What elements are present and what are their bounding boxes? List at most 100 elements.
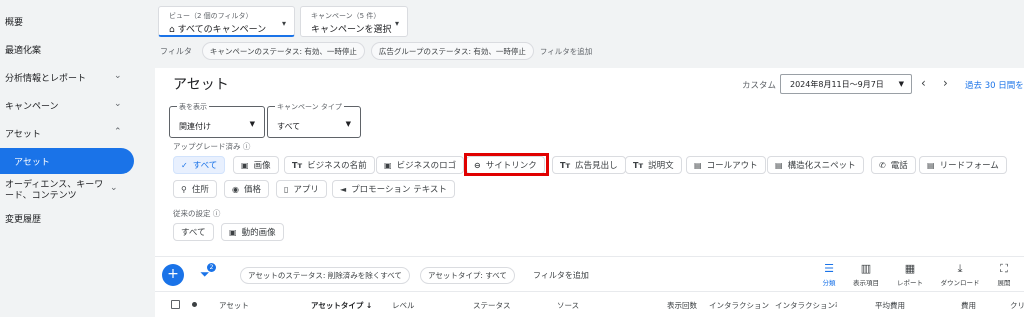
check-icon: ✓ xyxy=(181,160,188,170)
sidebar-item-campaigns[interactable]: キャンペーン ⌄ xyxy=(0,92,134,118)
segment-button[interactable]: ☰ 分類 xyxy=(809,262,849,287)
tool-label: ダウンロード xyxy=(940,279,980,287)
chevron-left-icon[interactable]: ‹ xyxy=(921,76,926,90)
view-selector[interactable]: ビュー（2 個のフィルタ） ⌂ すべてのキャンペーン ▾ xyxy=(158,6,295,37)
legacy-type-all[interactable]: すべて xyxy=(173,223,214,241)
table-view-select[interactable]: 表を表示 関連付け ▼ xyxy=(169,102,265,138)
period-link[interactable]: 過去 30 日間を表 xyxy=(965,79,1024,91)
column-header-interactions[interactable]: インタラクション xyxy=(709,300,769,311)
chevron-right-icon[interactable]: › xyxy=(943,76,948,90)
tool-label: レポート xyxy=(897,279,923,287)
asset-type-promotion[interactable]: ◄ プロモーション テキスト xyxy=(332,180,455,198)
sidebar-item-recommendations[interactable]: 最適化案 xyxy=(0,36,134,62)
add-filter-link[interactable]: フィルタを追加 xyxy=(540,46,592,57)
column-header-interaction-rate[interactable]: インタラクション率 xyxy=(775,300,837,311)
column-header-status[interactable]: ステータス xyxy=(473,300,511,311)
filter-chip-adgroup-status[interactable]: 広告グループのステータス: 有効、一時停止 xyxy=(370,42,534,60)
column-header-avg-cost[interactable]: 平均費用 xyxy=(875,300,905,311)
chevron-up-icon: ⌃ xyxy=(114,127,122,137)
view-selector-text: すべてのキャンペーン xyxy=(177,25,267,35)
pill-label: すべて xyxy=(192,161,218,171)
asset-type-headline[interactable]: Tт 広告見出し xyxy=(552,156,626,174)
asset-type-price[interactable]: ◉ 価格 xyxy=(224,180,269,198)
date-range-picker[interactable]: 2024年8月11日〜9月7日 ▼ xyxy=(780,74,912,94)
text-icon: Tт xyxy=(292,160,303,170)
phone-icon: ✆ xyxy=(879,160,886,170)
asset-type-all[interactable]: ✓ すべて xyxy=(173,156,226,174)
image-icon: ▣ xyxy=(384,160,392,170)
app-icon: ▯ xyxy=(284,184,289,194)
pill-label: プロモーション テキスト xyxy=(351,185,447,195)
campaign-selector[interactable]: キャンペーン（5 件） キャンペーンを選択 ▾ xyxy=(300,6,408,37)
upgraded-label: アップグレード済み ⓘ xyxy=(173,142,251,151)
dropdown-arrow-icon: ▾ xyxy=(281,19,286,28)
campaign-type-select[interactable]: キャンペーン タイプ すべて ▼ xyxy=(267,102,361,138)
asset-type-business-logo[interactable]: ▣ ビジネスのロゴ xyxy=(376,156,465,174)
column-header-cost[interactable]: 費用 xyxy=(961,300,976,311)
asset-type-structured-snippet[interactable]: ▤ 構造化スニペット xyxy=(767,156,864,174)
select-all-checkbox[interactable] xyxy=(171,300,180,309)
reports-button[interactable]: ▦ レポート xyxy=(890,262,930,287)
custom-label: カスタム xyxy=(742,81,777,91)
pill-label: 広告見出し xyxy=(575,161,618,171)
campaign-selector-caption: キャンペーン（5 件） xyxy=(311,12,381,20)
location-icon: ⚲ xyxy=(181,184,187,194)
sidebar-item-assets[interactable]: アセット ⌃ xyxy=(0,120,134,146)
view-selector-value: ⌂ すべてのキャンペーン xyxy=(169,25,267,35)
pill-label: リードフォーム xyxy=(939,161,999,171)
column-header-source[interactable]: ソース xyxy=(557,300,579,311)
sidebar-item-overview[interactable]: 概要 xyxy=(0,8,134,34)
segment-icon: ☰ xyxy=(824,262,834,275)
form-icon: ▤ xyxy=(927,160,935,170)
asset-type-description[interactable]: Tт 説明文 xyxy=(625,156,682,174)
column-header-asset[interactable]: アセット xyxy=(219,300,249,311)
download-button[interactable]: ⤓ ダウンロード xyxy=(940,262,980,287)
column-header-clicks[interactable]: クリ xyxy=(1010,300,1024,311)
dropdown-arrow-icon: ▼ xyxy=(249,120,255,128)
asset-type-location[interactable]: ⚲ 住所 xyxy=(173,180,217,198)
asset-type-image[interactable]: ▣ 画像 xyxy=(233,156,279,174)
text-icon: Tт xyxy=(633,160,644,170)
pill-label: ビジネスの名前 xyxy=(307,161,367,171)
sidebar-item-insights-reports[interactable]: 分析情報とレポート ⌄ xyxy=(0,64,134,90)
asset-type-callout[interactable]: ▤ コールアウト xyxy=(686,156,766,174)
page-title: アセット xyxy=(173,77,229,93)
columns-icon: ▥ xyxy=(860,262,872,275)
campaign-selector-value: キャンペーンを選択 xyxy=(311,25,392,35)
filter-chip-campaign-status[interactable]: キャンペーンのステータス: 有効、一時停止 xyxy=(201,42,365,60)
sidebar-item-label: アセット xyxy=(5,129,41,140)
column-header-asset-type[interactable]: アセットタイプ ↓ xyxy=(311,300,372,311)
sidebar-item-label: キャンペーン xyxy=(5,101,59,112)
columns-button[interactable]: ▥ 表示項目 xyxy=(846,262,886,287)
top-filter-bar: ビュー（2 個のフィルタ） ⌂ すべてのキャンペーン ▾ キャンペーン（5 件）… xyxy=(155,0,1024,68)
column-header-impressions[interactable]: 表示回数 xyxy=(667,300,697,311)
add-button[interactable]: + xyxy=(162,264,184,286)
asset-type-phone[interactable]: ✆ 電話 xyxy=(871,156,916,174)
sidebar-item-label: 変更履歴 xyxy=(5,214,42,225)
column-header-level[interactable]: レベル xyxy=(392,300,415,311)
asset-type-business-name[interactable]: Tт ビジネスの名前 xyxy=(284,156,375,174)
asset-type-lead-form[interactable]: ▤ リードフォーム xyxy=(919,156,1007,174)
view-selector-caption: ビュー（2 個のフィルタ） xyxy=(169,12,253,20)
legacy-type-dynamic-image[interactable]: ▣ 動的画像 xyxy=(221,223,284,241)
filter-chip-asset-status[interactable]: アセットのステータス: 削除済みを除くすべて xyxy=(240,267,410,284)
campaign-type-label: キャンペーン タイプ xyxy=(275,102,344,112)
filter-chip-asset-type[interactable]: アセットタイプ: すべて xyxy=(420,267,515,284)
expand-button[interactable]: ⛶ 展開 xyxy=(984,262,1024,287)
pill-label: 構造化スニペット xyxy=(787,161,856,171)
filter-label: フィルタ xyxy=(160,46,192,56)
sidebar-item-assets-sub[interactable]: アセット xyxy=(0,148,134,174)
sidebar-item-label: オーディエンス、キーワード、コンテンツ xyxy=(5,180,104,201)
add-filter-link[interactable]: フィルタを追加 xyxy=(533,270,589,281)
pill-label: アプリ xyxy=(293,185,319,195)
dropdown-arrow-icon: ▾ xyxy=(394,19,399,28)
date-range-text: 2024年8月11日〜9月7日 xyxy=(790,80,884,89)
download-icon: ⤓ xyxy=(957,262,963,275)
asset-type-app[interactable]: ▯ アプリ xyxy=(276,180,327,198)
tool-label: 分類 xyxy=(822,279,836,287)
table-view-label: 表を表示 xyxy=(177,102,209,112)
sidebar-item-audiences[interactable]: オーディエンス、キーワード、コンテンツ ⌄ xyxy=(0,176,120,206)
sidebar-item-change-history[interactable]: 変更履歴 xyxy=(0,205,134,231)
table-toolbar: + ⏷ 2 アセットのステータス: 削除済みを除くすべて アセットタイプ: すべ… xyxy=(155,256,1024,290)
pill-label: ビジネスのロゴ xyxy=(396,161,457,171)
